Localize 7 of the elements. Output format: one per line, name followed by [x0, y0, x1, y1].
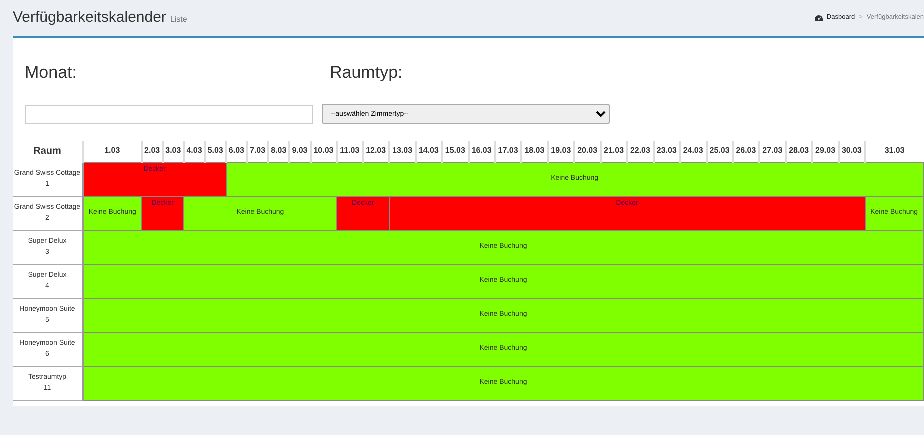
filter-label: Raumtyp:	[330, 62, 404, 84]
page-title: Verfügbarkeitskalender	[13, 8, 166, 28]
column-header: Raum	[13, 141, 83, 162]
month-field[interactable]	[25, 104, 313, 124]
dashboard-icon	[814, 14, 823, 22]
filter-label: Monat:	[25, 62, 78, 84]
page-subtitle: Liste	[170, 14, 188, 26]
